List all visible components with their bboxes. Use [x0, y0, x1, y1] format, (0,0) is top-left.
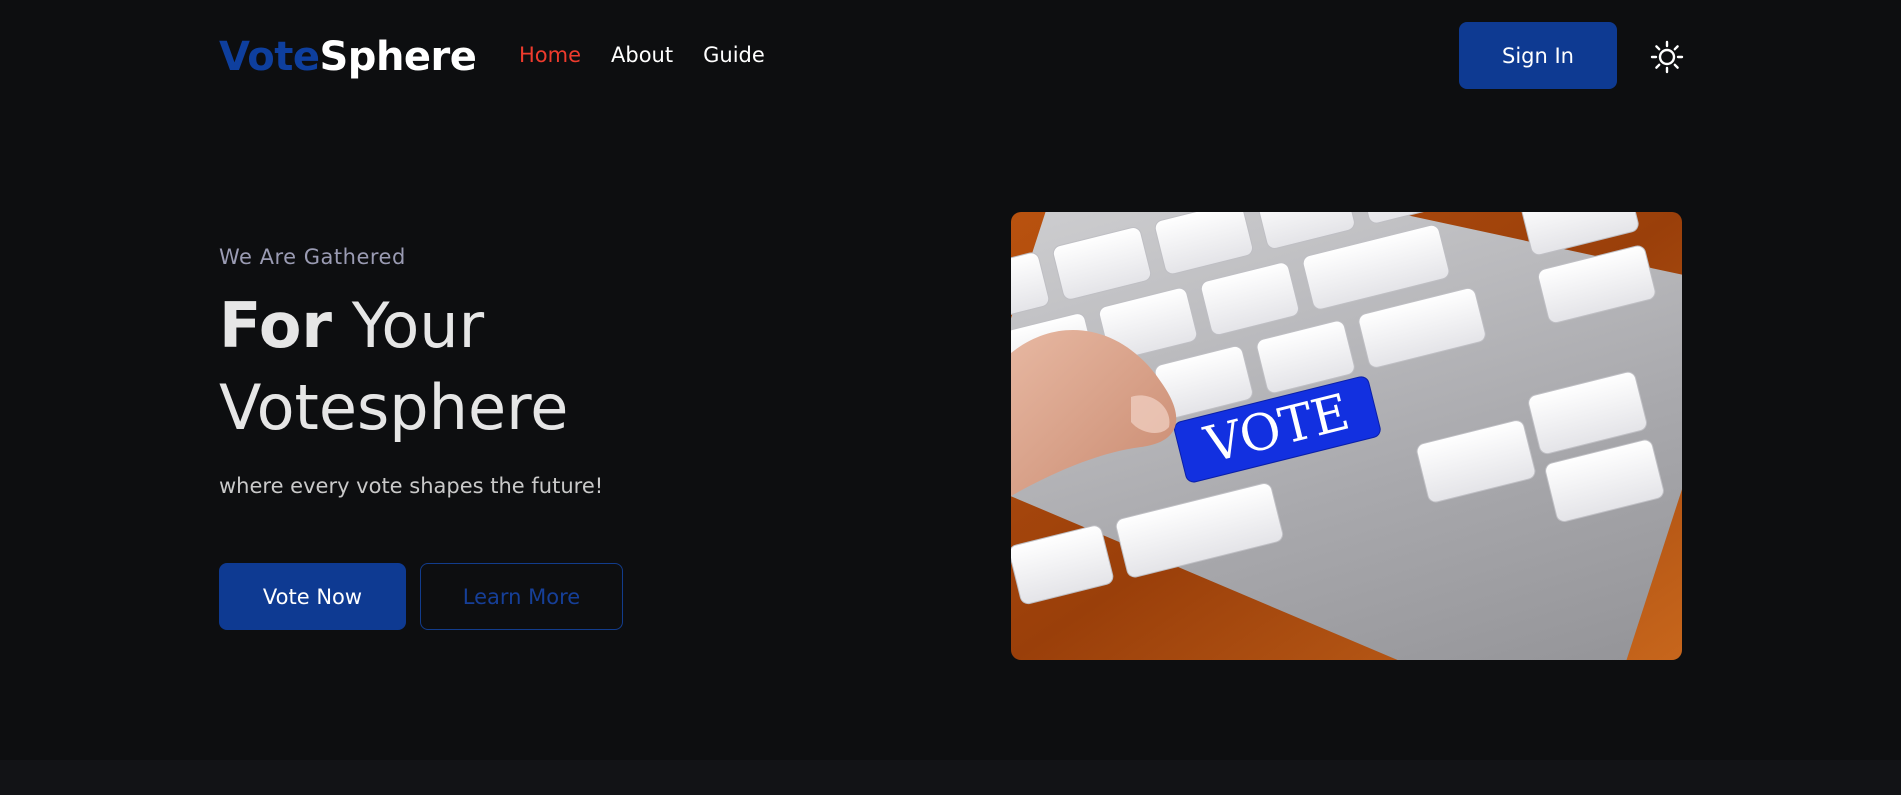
headline-line2: Votesphere	[219, 371, 569, 444]
headline-word-your: Your	[351, 289, 485, 362]
navbar: VoteSphere Home About Guide Sign In	[0, 0, 1901, 112]
site-logo[interactable]: VoteSphere	[219, 32, 477, 82]
nav-link-home[interactable]: Home	[519, 40, 581, 70]
hero-subtitle: where every vote shapes the future!	[219, 474, 604, 498]
next-section-strip	[0, 760, 1901, 795]
hero-eyebrow: We Are Gathered	[219, 245, 406, 269]
main-nav: Home About Guide	[519, 40, 765, 70]
hero-headline: For Your Votesphere	[219, 285, 568, 449]
logo-vote-text: Vote	[219, 34, 320, 80]
headline-strong-word: For	[219, 289, 333, 362]
sign-in-button[interactable]: Sign In	[1459, 22, 1617, 89]
logo-sphere-text: Sphere	[319, 34, 477, 80]
theme-toggle-button[interactable]	[1650, 40, 1684, 74]
nav-link-about[interactable]: About	[611, 40, 673, 70]
sun-icon	[1650, 40, 1684, 74]
learn-more-button[interactable]: Learn More	[420, 563, 623, 630]
vote-now-button[interactable]: Vote Now	[219, 563, 406, 630]
nav-link-guide[interactable]: Guide	[703, 40, 765, 70]
hero-keyboard-image: VOTE	[1011, 212, 1682, 660]
keyboard-illustration: VOTE	[1011, 212, 1682, 660]
